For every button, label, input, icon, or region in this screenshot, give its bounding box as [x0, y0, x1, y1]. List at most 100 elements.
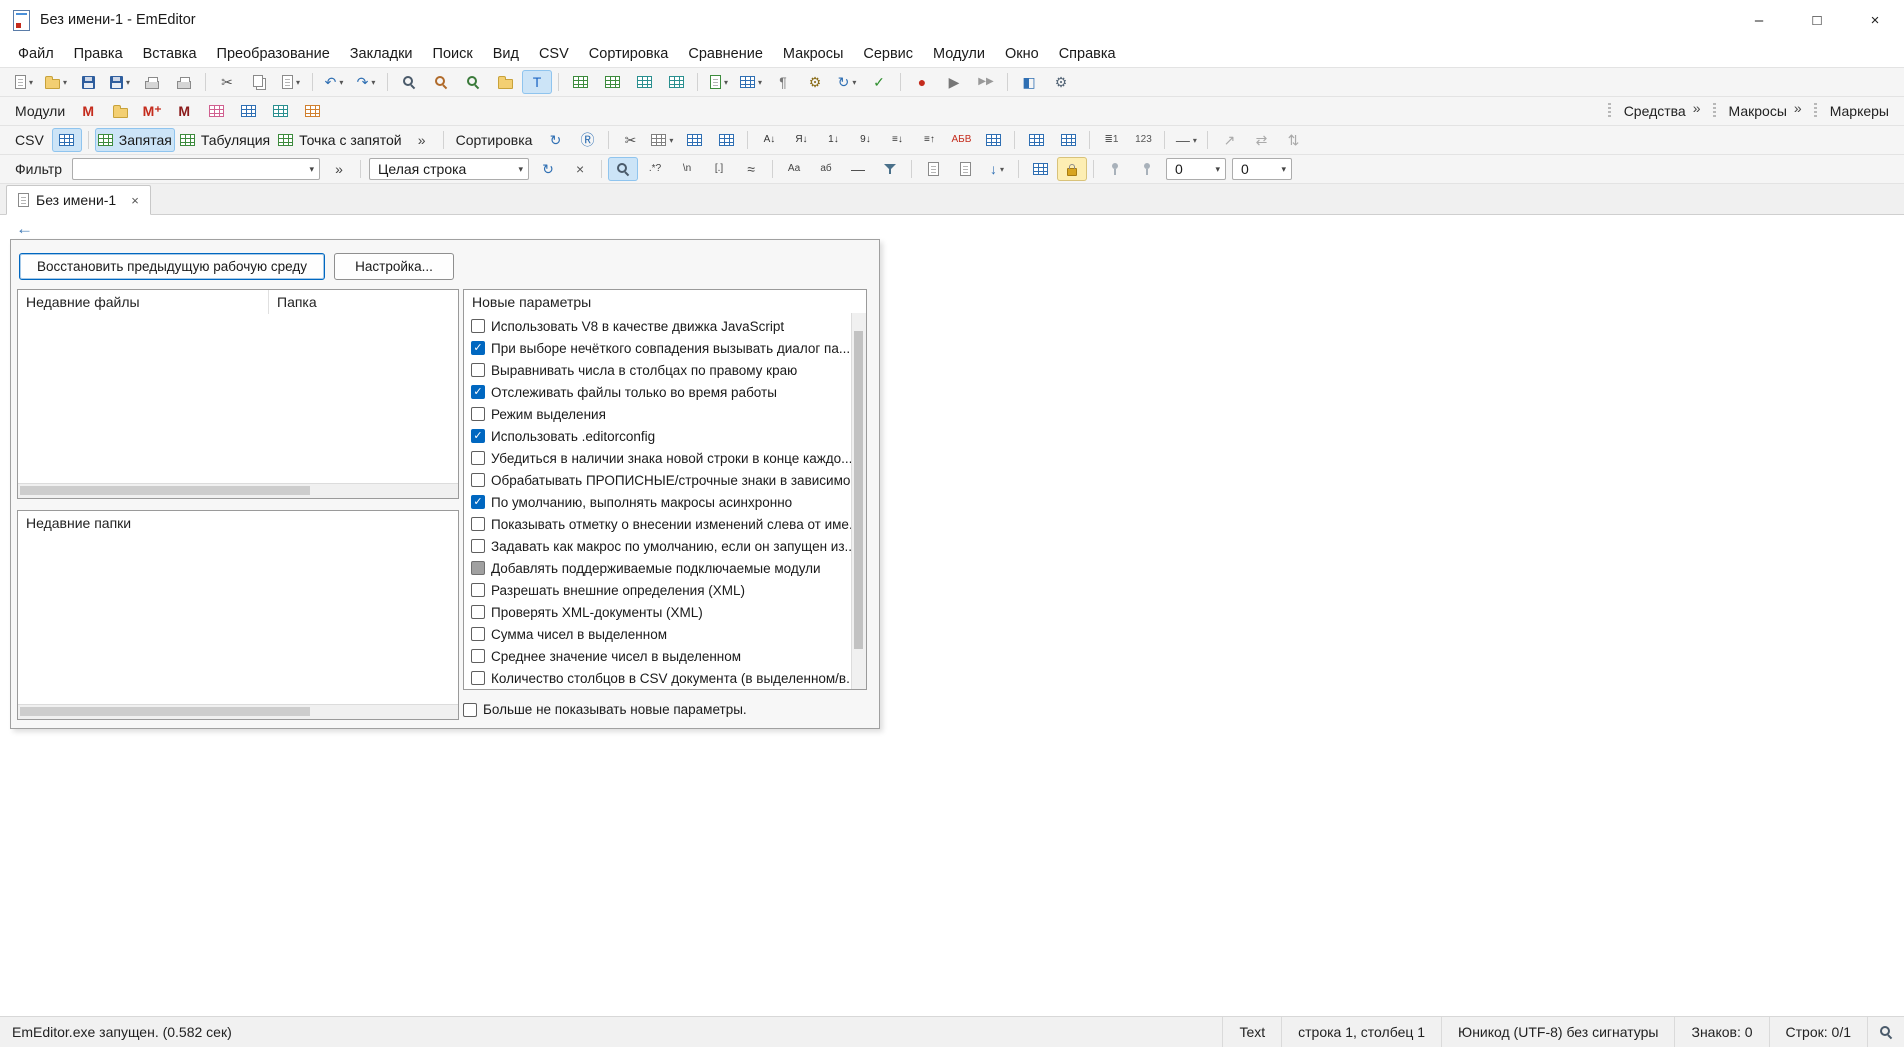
table-view-button[interactable]: ▾ — [736, 70, 766, 94]
sort-options-button[interactable]: ↻ — [540, 128, 570, 152]
option-checkbox[interactable] — [471, 561, 485, 575]
column-numbers-button[interactable]: 123 — [1128, 128, 1158, 152]
scrollbar-thumb[interactable] — [20, 707, 311, 716]
new-option-item[interactable]: Проверять XML-документы (XML) — [471, 601, 852, 623]
recent-files-list[interactable]: Недавние файлы Папка — [17, 289, 459, 499]
option-checkbox[interactable] — [471, 473, 485, 487]
new-option-item[interactable]: ✓ Использовать .editorconfig — [471, 425, 852, 447]
menu-insert[interactable]: Вставка — [133, 43, 207, 65]
range-toggle-button[interactable]: [.] — [704, 157, 734, 181]
lock-toggle-button[interactable] — [1057, 157, 1088, 181]
option-checkbox[interactable] — [471, 363, 485, 377]
module-grid-blue-button[interactable] — [233, 99, 263, 123]
sort-reload-button[interactable]: Ⓡ — [572, 128, 602, 152]
overflow-chevron-icon[interactable]: » — [1794, 101, 1802, 115]
undo-button[interactable]: ↶ ▾ — [319, 70, 349, 94]
run-macro-button[interactable]: ▶ — [939, 70, 969, 94]
overflow-chevron-icon[interactable]: » — [1693, 101, 1701, 115]
option-checkbox[interactable] — [471, 671, 485, 685]
insert-column-left-button[interactable] — [679, 128, 709, 152]
customize-button[interactable]: Настройка... — [334, 253, 454, 280]
select-column-button[interactable]: ▾ — [647, 128, 677, 152]
sort-length-desc-button[interactable]: ≡↑ — [914, 128, 944, 152]
save-all-button[interactable]: ▾ — [105, 70, 135, 94]
modules-folder-button[interactable] — [105, 99, 135, 123]
menu-tools[interactable]: Сервис — [853, 43, 923, 65]
close-button[interactable]: × — [1846, 0, 1904, 40]
new-option-item[interactable]: Добавлять поддерживаемые подключаемые мо… — [471, 557, 852, 579]
redo-button[interactable]: ↷ ▾ — [351, 70, 381, 94]
option-checkbox[interactable] — [471, 319, 485, 333]
open-file-button[interactable]: ▾ — [41, 70, 71, 94]
find-in-files-folder-button[interactable] — [490, 70, 520, 94]
menu-csv[interactable]: CSV — [529, 43, 579, 65]
sort-az-asc-button[interactable]: А↓ — [754, 128, 784, 152]
escape-toggle-button[interactable]: \n — [672, 157, 702, 181]
line-numbers-button[interactable]: ≣1 — [1096, 128, 1126, 152]
record-macro-button[interactable]: ● — [907, 70, 937, 94]
validate-button[interactable]: ✓ — [864, 70, 894, 94]
csv-grid-2-button[interactable] — [597, 70, 627, 94]
filter-input[interactable]: ▾ — [72, 158, 321, 180]
match-type-select[interactable]: Целая строка ▾ — [369, 158, 530, 180]
tab-close-icon[interactable]: × — [131, 193, 139, 208]
module-manager-button[interactable]: М — [73, 99, 103, 123]
heading-columns[interactable]: 0 ▾ — [1232, 158, 1293, 180]
settings-button[interactable]: ⚙ — [800, 70, 830, 94]
new-file-button[interactable]: ▾ — [9, 70, 39, 94]
sort-num-desc-button[interactable]: 9↓ — [850, 128, 880, 152]
toolbar-grip[interactable] — [1813, 103, 1817, 119]
pivot-2-button[interactable]: ⇄ — [1246, 128, 1276, 152]
merge-columns-button[interactable] — [1021, 128, 1051, 152]
regex-toggle-button[interactable]: .*? — [640, 157, 670, 181]
replace-button[interactable] — [426, 70, 456, 94]
new-option-item[interactable]: Выравнивать числа в столбцах по правому … — [471, 359, 852, 381]
new-option-item[interactable]: Количество столбцов в CSV документа (в в… — [471, 667, 852, 689]
scrollbar-thumb[interactable] — [854, 331, 863, 649]
sync-button[interactable]: ↻ ▾ — [832, 70, 862, 94]
run-macro-multiple-button[interactable]: ▶▶ — [971, 70, 1001, 94]
delete-column-button[interactable]: ✂ — [615, 128, 645, 152]
option-checkbox[interactable] — [471, 407, 485, 421]
module-grid-teal-button[interactable] — [265, 99, 295, 123]
menu-plugins[interactable]: Модули — [923, 43, 995, 65]
menu-search[interactable]: Поиск — [423, 43, 483, 65]
new-option-item[interactable]: Показывать отметку о внесении изменений … — [471, 513, 852, 535]
status-text-mode[interactable]: Text — [1222, 1017, 1281, 1047]
doc-filter-1-button[interactable] — [918, 157, 948, 181]
csv-grid-4-button[interactable] — [661, 70, 691, 94]
print-button[interactable] — [137, 70, 167, 94]
delimiter-tab-button[interactable]: Табуляция — [177, 128, 273, 152]
refresh-filter-button[interactable]: ↻ — [533, 157, 563, 181]
option-checkbox[interactable]: ✓ — [471, 429, 485, 443]
delimiter-comma-button[interactable]: Запятая — [94, 128, 175, 152]
option-checkbox[interactable] — [471, 649, 485, 663]
header-row-button[interactable] — [978, 128, 1008, 152]
option-checkbox[interactable] — [471, 583, 485, 597]
toolbar-grip[interactable] — [1607, 103, 1611, 119]
paragraph-marks-button[interactable]: ¶ — [768, 70, 798, 94]
filter-overflow-button[interactable]: » — [324, 157, 354, 181]
option-checkbox[interactable] — [471, 451, 485, 465]
ruler-button[interactable]: ― ▾ — [1171, 128, 1201, 152]
option-checkbox[interactable] — [471, 627, 485, 641]
snippets-button[interactable]: ▾ — [704, 70, 734, 94]
menu-compare[interactable]: Сравнение — [678, 43, 773, 65]
find-in-files-button[interactable] — [458, 70, 488, 94]
abc-separator-button[interactable]: АБВ — [946, 128, 976, 152]
new-option-item[interactable]: Среднее значение чисел в выделенном — [471, 645, 852, 667]
new-option-item[interactable]: Убедиться в наличии знака новой строки в… — [471, 447, 852, 469]
print-preview-button[interactable] — [169, 70, 199, 94]
option-checkbox[interactable] — [471, 539, 485, 553]
fuzzy-toggle-button[interactable]: ≈ — [736, 157, 766, 181]
new-option-item[interactable]: ✓ По умолчанию, выполнять макросы асинхро… — [471, 491, 852, 513]
pivot-3-button[interactable]: ⇅ — [1278, 128, 1308, 152]
new-option-item[interactable]: Задавать как макрос по умолчанию, если о… — [471, 535, 852, 557]
menu-edit[interactable]: Правка — [64, 43, 133, 65]
sort-za-desc-button[interactable]: Я↓ — [786, 128, 816, 152]
vertical-scrollbar[interactable] — [851, 313, 866, 689]
whole-word-toggle-button[interactable]: аб — [811, 157, 841, 181]
toolbar-grip[interactable] — [1712, 103, 1716, 119]
pin-2-button[interactable] — [1132, 157, 1162, 181]
filter-table-button[interactable] — [1025, 157, 1055, 181]
